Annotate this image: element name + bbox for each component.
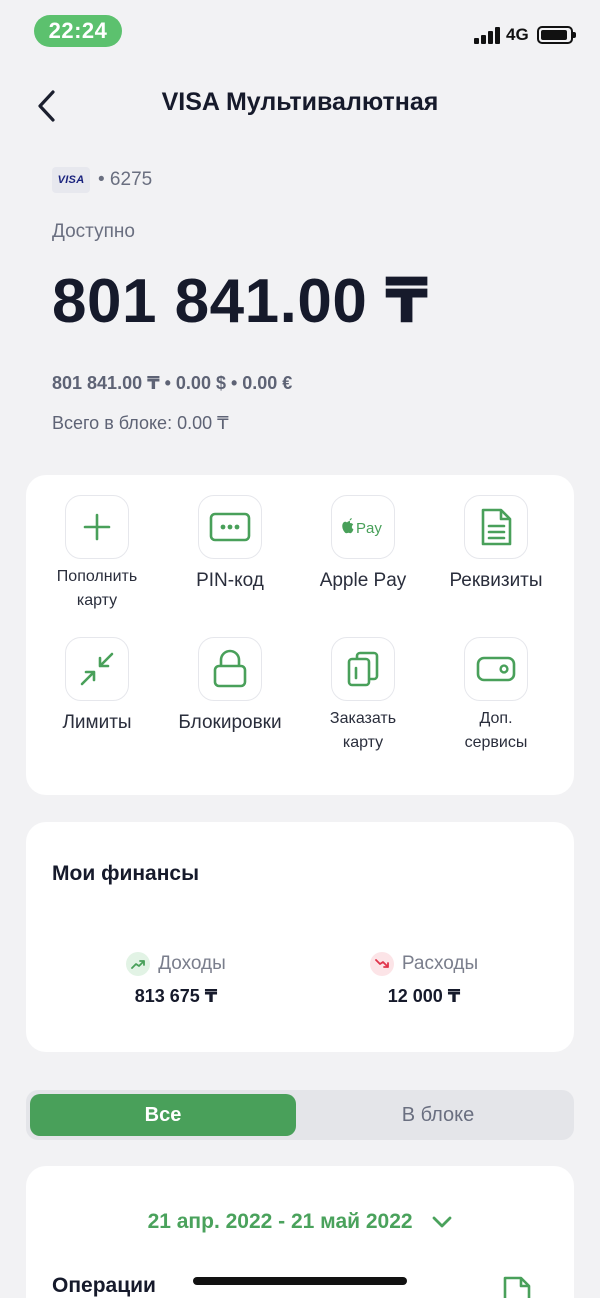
status-time: 22:24 (34, 15, 122, 47)
my-finances-panel[interactable]: Мои финансы Доходы 813 675 ₸ Расходы 12 … (26, 822, 574, 1052)
document-icon (481, 508, 512, 546)
extra-services-label-line1: Доп. (479, 710, 513, 727)
card-actions-panel: Пополнить карту PIN-код Pay Apple Pay Ре… (26, 475, 574, 795)
network-type: 4G (506, 25, 529, 44)
trend-up-icon (126, 952, 151, 976)
document-icon (503, 1276, 531, 1298)
expense-label: Расходы (401, 953, 479, 974)
currency-balances: 801 841.00 ₸ • 0.00 $ • 0.00 € (52, 373, 293, 393)
income-label: Доходы (158, 953, 226, 974)
extra-services-button[interactable]: Доп. сервисы (431, 637, 561, 755)
pin-icon (209, 512, 251, 542)
order-card-button[interactable]: Заказать карту (298, 637, 428, 755)
apple-pay-button[interactable]: Pay Apple Pay (298, 495, 428, 593)
order-card-label-line1: Заказать (329, 710, 397, 727)
operations-filter: Все В блоке (26, 1090, 574, 1140)
page-title: VISA Мультивалютная (161, 88, 439, 116)
blocked-total: Всего в блоке: 0.00 ₸ (52, 413, 229, 433)
income-summary[interactable]: Доходы 813 675 ₸ (86, 952, 266, 1007)
status-bar: 22:24 4G (0, 0, 600, 62)
filter-all-tab[interactable]: Все (30, 1094, 296, 1136)
income-value: 813 675 ₸ (134, 986, 218, 1006)
topup-label-line2: карту (76, 592, 118, 609)
visa-logo: VISA (52, 167, 90, 193)
apple-pay-icon: Pay (342, 518, 382, 537)
cards-icon (347, 651, 379, 687)
card-number: • 6275 (98, 169, 153, 190)
expense-value: 12 000 ₸ (387, 986, 461, 1006)
limits-label: Лимиты (62, 712, 132, 733)
extra-services-label-line2: сервисы (464, 734, 528, 751)
finances-title: Мои финансы (52, 862, 200, 885)
pin-code-label: PIN-код (196, 570, 264, 591)
requisites-button[interactable]: Реквизиты (431, 495, 561, 593)
chevron-down-icon (433, 1217, 452, 1228)
statement-button[interactable] (502, 1276, 532, 1298)
topup-card-button[interactable]: Пополнить карту (32, 495, 162, 613)
order-card-label-line2: карту (342, 734, 384, 751)
pin-code-button[interactable]: PIN-код (165, 495, 295, 593)
battery-icon (537, 26, 576, 44)
limits-button[interactable]: Лимиты (32, 637, 162, 735)
requisites-label: Реквизиты (449, 570, 543, 591)
trend-down-icon (369, 952, 394, 976)
filter-blocked-tab[interactable]: В блоке (306, 1094, 570, 1136)
operations-title: Операции (52, 1274, 156, 1297)
available-balance: 801 841.00 ₸ (52, 267, 429, 336)
date-range-label: 21 апр. 2022 - 21 май 2022 (147, 1210, 413, 1233)
available-label: Доступно (52, 221, 135, 242)
blocks-label: Блокировки (178, 712, 282, 733)
home-indicator (193, 1277, 407, 1285)
lock-icon (213, 649, 247, 688)
apple-pay-label: Apple Pay (319, 570, 407, 591)
topup-label-line1: Пополнить (56, 568, 138, 585)
signal-icon (474, 26, 502, 44)
wallet-icon (476, 656, 516, 682)
apple-pay-glyph-text: Pay (356, 520, 382, 537)
limits-icon (80, 652, 114, 686)
blocks-button[interactable]: Блокировки (165, 637, 295, 735)
date-range-selector[interactable]: 21 апр. 2022 - 21 май 2022 (26, 1210, 574, 1234)
plus-icon (83, 513, 111, 541)
expense-summary[interactable]: Расходы 12 000 ₸ (334, 952, 514, 1007)
